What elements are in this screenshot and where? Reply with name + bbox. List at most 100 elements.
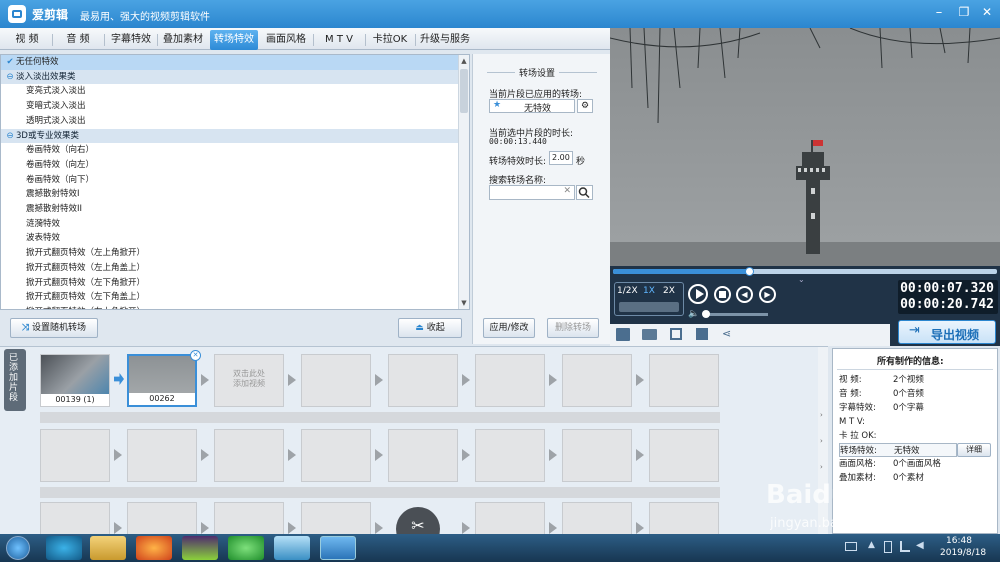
effect-item[interactable]: 卷画特效（向下） — [1, 173, 459, 188]
new-project-icon[interactable] — [616, 328, 630, 341]
effect-item[interactable]: 掀开式翻页特效（左上角盖上） — [1, 261, 459, 276]
tab-audio[interactable]: 音 频 — [54, 30, 102, 50]
tab-karaoke[interactable]: 卡拉OK — [367, 30, 413, 50]
effect-length-input[interactable]: 2.00 — [549, 151, 573, 165]
transition-picker-icon[interactable]: ⚙ — [577, 99, 593, 113]
video-app-icon[interactable] — [182, 536, 218, 560]
empty-video-slot[interactable] — [562, 354, 632, 407]
clock-date[interactable]: 2019/8/18 — [940, 548, 986, 558]
empty-video-slot[interactable] — [388, 354, 458, 407]
clear-icon[interactable]: ✕ — [563, 186, 571, 196]
maximize-button[interactable]: ❐ — [955, 5, 973, 19]
random-transition-button[interactable]: ⤨ 设置随机转场 — [10, 318, 98, 338]
effect-item[interactable]: 掀开式翻页特效（左上角掀开） — [1, 246, 459, 261]
media-player-icon[interactable] — [46, 536, 82, 560]
firefox-icon[interactable] — [136, 536, 172, 560]
tab-upgrade[interactable]: 升级与服务 — [417, 30, 473, 50]
effect-item[interactable]: 掀开式翻页特效（左下角盖上） — [1, 290, 459, 305]
volume-slider[interactable] — [702, 310, 768, 318]
effect-item[interactable]: 掀开式翻页特效（右上角掀开） — [1, 305, 459, 309]
open-folder-icon[interactable] — [642, 329, 657, 340]
video-clip-thumbnail[interactable]: 00262 ✕ — [127, 350, 201, 407]
add-video-slot[interactable]: 双击此处 添加视频 — [214, 354, 284, 407]
transition-effect-list[interactable]: ✔ 无任何特效 ⊖ 淡入淡出效果类 变亮式淡入淡出 变暗式淡入淡出 透明式淡入淡出 ⊖ 3D或专… — [0, 54, 470, 310]
audio-slot[interactable] — [301, 429, 371, 482]
audio-slot[interactable] — [214, 429, 284, 482]
tab-subtitles[interactable]: 字幕特效 — [106, 30, 156, 50]
effect-item[interactable]: ✔ 无任何特效 — [1, 55, 459, 70]
effect-item[interactable]: 震撼散射特效II — [1, 202, 459, 217]
share-icon[interactable]: ⋖ — [722, 327, 731, 340]
empty-video-slot[interactable] — [475, 354, 545, 407]
previous-frame-button[interactable]: ◀ — [736, 286, 753, 303]
effect-item[interactable]: 涟漪特效 — [1, 217, 459, 232]
speed-1x[interactable]: 1X — [643, 286, 655, 296]
effect-label: 卷画特效（向右） — [26, 145, 95, 156]
effect-category[interactable]: ⊖ 淡入淡出效果类 — [1, 69, 459, 85]
effect-item[interactable]: 掀开式翻页特效（左下角掀开） — [1, 276, 459, 291]
start-button[interactable] — [6, 536, 30, 560]
tab-mtv[interactable]: M T V — [315, 30, 363, 50]
effect-item[interactable]: 透明式淡入淡出 — [1, 114, 459, 129]
next-frame-button[interactable]: ▶ — [759, 286, 776, 303]
playback-progress-handle[interactable] — [745, 267, 755, 276]
save-as-icon[interactable] — [696, 328, 708, 340]
tab-video[interactable]: 视 频 — [4, 30, 50, 50]
expand-chevron-icon[interactable]: ⌄ — [798, 275, 805, 284]
stop-button[interactable] — [714, 286, 731, 303]
audio-arrow — [462, 449, 470, 461]
effect-category[interactable]: ⊖ 3D或专业效果类 — [1, 128, 459, 144]
applied-transition-field[interactable]: ★ 无特效 — [489, 99, 575, 114]
clock-time[interactable]: 16:48 — [946, 536, 972, 546]
effect-item[interactable]: 震撼散射特效I — [1, 187, 459, 202]
effect-item[interactable]: 波表特效 — [1, 231, 459, 246]
video-preview[interactable] — [610, 28, 1000, 266]
speaker-icon[interactable]: ◀ — [916, 540, 924, 551]
added-clips-tab[interactable]: 已添加片段 — [4, 349, 26, 411]
file-explorer-icon[interactable] — [90, 536, 126, 560]
playback-progress-bar[interactable] — [613, 267, 997, 276]
apply-transition-button[interactable]: 应用/修改 — [483, 318, 535, 338]
collapse-button[interactable]: ⏏ 收起 — [398, 318, 462, 338]
volume-handle[interactable] — [702, 310, 710, 318]
tab-style[interactable]: 画面风格 — [261, 30, 311, 50]
speed-2x[interactable]: 2X — [663, 286, 675, 296]
audio-slot[interactable] — [40, 429, 110, 482]
network-icon[interactable] — [900, 541, 910, 552]
minimize-button[interactable]: – — [930, 5, 948, 20]
effect-item[interactable]: 卷画特效（向右） — [1, 143, 459, 158]
search-transition-input[interactable]: ✕ — [489, 185, 575, 200]
tab-overlay[interactable]: 叠加素材 — [159, 30, 207, 50]
empty-video-slot[interactable] — [649, 354, 719, 407]
keyboard-icon[interactable] — [845, 542, 857, 551]
transition-arrow-active[interactable] — [114, 373, 124, 385]
battery-icon[interactable] — [884, 541, 892, 553]
360-browser-icon[interactable] — [228, 536, 264, 560]
info-detail-button[interactable]: 详细 — [957, 443, 991, 457]
effect-item[interactable]: 变亮式淡入淡出 — [1, 84, 459, 99]
remove-clip-icon[interactable]: ✕ — [190, 350, 201, 361]
audio-slot[interactable] — [388, 429, 458, 482]
video-clip-thumbnail[interactable]: 00139 (1) — [40, 354, 110, 407]
effect-item[interactable]: 变暗式淡入淡出 — [1, 99, 459, 114]
save-icon[interactable] — [670, 328, 682, 340]
tablet-app-icon[interactable] — [274, 536, 310, 560]
audio-slot[interactable] — [649, 429, 719, 482]
search-icon[interactable] — [576, 185, 593, 200]
volume-icon[interactable]: 🔈 — [688, 309, 699, 319]
speed-half[interactable]: 1/2X — [617, 286, 638, 296]
empty-video-slot[interactable] — [301, 354, 371, 407]
audio-slot[interactable] — [562, 429, 632, 482]
list-scrollbar[interactable]: ▲ ▼ — [458, 55, 469, 309]
play-button[interactable] — [688, 284, 708, 304]
close-button[interactable]: ✕ — [978, 5, 996, 19]
effect-item[interactable]: 卷画特效（向左） — [1, 158, 459, 173]
audio-slot[interactable] — [127, 429, 197, 482]
tray-expand-icon[interactable]: ▲ — [868, 540, 875, 550]
export-video-button[interactable]: ⇥ 导出视频 — [898, 320, 996, 344]
delete-transition-button[interactable]: 删除转场 — [547, 318, 599, 338]
speed-slider[interactable] — [619, 302, 679, 312]
tab-transitions[interactable]: 转场特效 — [210, 30, 258, 50]
aijianji-taskbar-icon[interactable] — [320, 536, 356, 560]
audio-slot[interactable] — [475, 429, 545, 482]
